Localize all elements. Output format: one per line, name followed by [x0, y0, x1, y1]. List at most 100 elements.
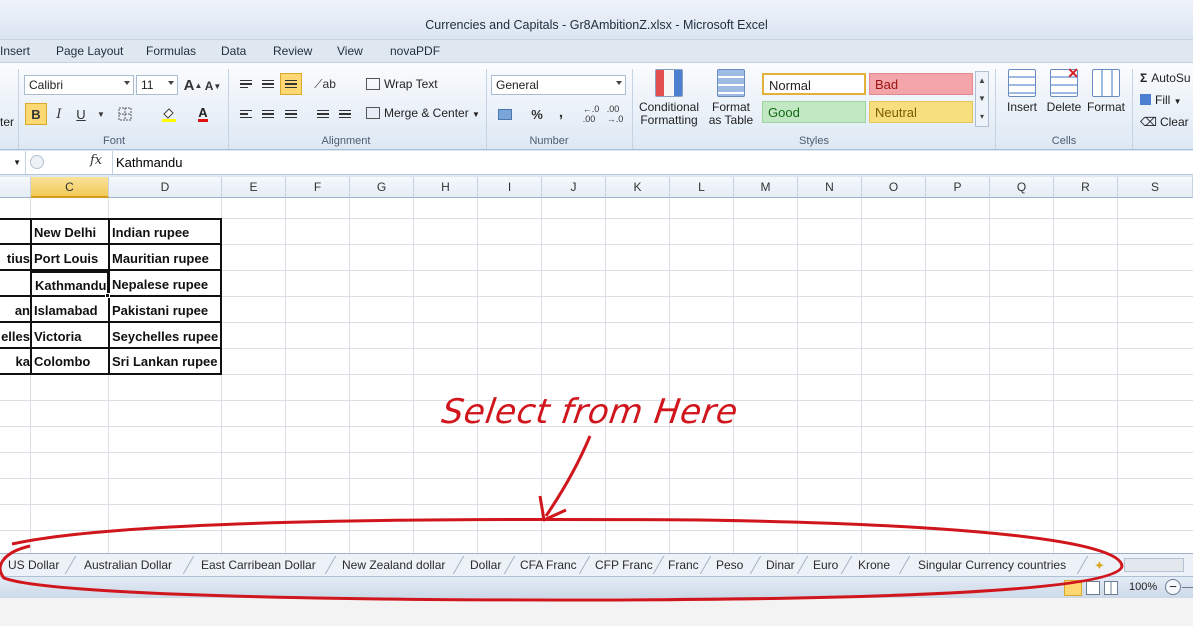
sheet-tab-east-carribean-dollar[interactable]: East Carribean Dollar [201, 558, 316, 572]
worksheet-grid[interactable]: C D E F G H I J K L M N O P Q R S New De… [0, 177, 1193, 553]
column-header-e[interactable]: E [222, 177, 286, 198]
name-box-dropdown[interactable]: ▼ [0, 151, 26, 174]
column-header-l[interactable]: L [670, 177, 734, 198]
sheet-tab-us-dollar[interactable]: US Dollar [8, 558, 59, 572]
format-as-table-button[interactable]: Format as Table [704, 69, 758, 127]
horizontal-scrollbar[interactable] [1124, 558, 1184, 572]
cell-b7[interactable]: ka [0, 349, 30, 375]
percent-button[interactable]: % [526, 103, 548, 125]
cell-c6[interactable]: Victoria [31, 324, 108, 350]
number-format-select[interactable]: General [491, 75, 626, 95]
sheet-tab-cfp-franc[interactable]: CFP Franc [595, 558, 653, 572]
merge-center-button[interactable]: Merge & Center ▼ [366, 106, 480, 120]
wrap-text-button[interactable]: Wrap Text [366, 77, 438, 91]
cell-c7[interactable]: Colombo [31, 349, 108, 375]
sheet-tab-euro[interactable]: Euro [813, 558, 838, 572]
increase-decimal-button[interactable]: ←.0.00 [580, 103, 602, 125]
align-middle-button[interactable] [257, 73, 279, 95]
align-top-button[interactable] [235, 73, 257, 95]
style-normal[interactable]: Normal [762, 73, 866, 95]
fill-button[interactable]: Fill ▼ [1140, 93, 1182, 107]
column-header-o[interactable]: O [862, 177, 926, 198]
column-header-h[interactable]: H [414, 177, 478, 198]
cell-b5[interactable]: an [0, 298, 30, 324]
cell-b3[interactable]: tius [0, 246, 30, 272]
font-name-select[interactable]: Calibri [24, 75, 134, 95]
align-bottom-button[interactable] [280, 73, 302, 95]
align-left-button[interactable] [235, 103, 257, 125]
decrease-decimal-button[interactable]: .00 →.0 [604, 103, 626, 125]
cell-d2[interactable]: Indian rupee [109, 220, 221, 246]
cell-c3[interactable]: Port Louis [31, 246, 108, 272]
orientation-button[interactable]: ⟋ab [314, 73, 336, 95]
sheet-tab-new-zealand-dollar[interactable]: New Zealand dollar [342, 558, 445, 572]
format-cells-button[interactable]: Format [1086, 69, 1126, 114]
tab-formulas[interactable]: Formulas [146, 44, 196, 58]
tab-page-layout[interactable]: Page Layout [56, 44, 123, 58]
expand-formula-icon[interactable] [30, 155, 44, 169]
zoom-slider[interactable] [1182, 587, 1193, 588]
column-header-j[interactable]: J [542, 177, 606, 198]
page-layout-view-icon[interactable] [1086, 581, 1100, 595]
cell-d4[interactable]: Nepalese rupee [109, 272, 221, 298]
column-header-p[interactable]: P [926, 177, 990, 198]
cell-c2[interactable]: New Delhi [31, 220, 108, 246]
zoom-out-button[interactable]: − [1165, 579, 1181, 595]
column-header-n[interactable]: N [798, 177, 862, 198]
sheet-tab-cfa-franc[interactable]: CFA Franc [520, 558, 577, 572]
grow-font-button[interactable]: A ▲ [182, 74, 204, 96]
sheet-tab-krone[interactable]: Krone [858, 558, 890, 572]
sheet-tab-dinar[interactable]: Dinar [766, 558, 795, 572]
cell-b4[interactable] [0, 272, 30, 298]
sheet-tab-peso[interactable]: Peso [716, 558, 743, 572]
font-color-button[interactable]: A [192, 103, 214, 125]
autosum-button[interactable]: Σ AutoSu [1140, 71, 1191, 85]
active-cell-c4[interactable]: Kathmandu [30, 271, 109, 297]
column-header-q[interactable]: Q [990, 177, 1054, 198]
cell-b6[interactable]: elles [0, 324, 30, 350]
sheet-tab-dollar[interactable]: Dollar [470, 558, 501, 572]
fill-color-button[interactable] [158, 103, 180, 125]
column-header-g[interactable]: G [350, 177, 414, 198]
cell-c5[interactable]: Islamabad [31, 298, 108, 324]
normal-view-icon[interactable] [1064, 580, 1082, 596]
tab-data[interactable]: Data [221, 44, 246, 58]
column-header-m[interactable]: M [734, 177, 798, 198]
tab-review[interactable]: Review [273, 44, 312, 58]
clear-button[interactable]: ⌫Clear ▼ [1140, 115, 1193, 129]
tab-view[interactable]: View [337, 44, 363, 58]
sheet-tab-australian-dollar[interactable]: Australian Dollar [84, 558, 172, 572]
decrease-indent-button[interactable] [312, 103, 334, 125]
sheet-tab-singular-currency-countries[interactable]: Singular Currency countries [918, 558, 1066, 572]
tab-novapdf[interactable]: novaPDF [390, 44, 440, 58]
insert-cells-button[interactable]: Insert [1002, 69, 1042, 114]
delete-cells-button[interactable]: ✕ Delete [1044, 66, 1084, 114]
column-header-d[interactable]: D [109, 177, 222, 198]
comma-button[interactable]: , [550, 101, 572, 123]
insert-sheet-icon[interactable]: ✦ [1094, 558, 1105, 574]
underline-button[interactable]: U [70, 103, 92, 125]
cell-d7[interactable]: Sri Lankan rupee [109, 349, 221, 375]
cell-d5[interactable]: Pakistani rupee [109, 298, 221, 324]
style-good[interactable]: Good [762, 101, 866, 123]
zoom-level[interactable]: 100% [1129, 581, 1157, 593]
column-header-f[interactable]: F [286, 177, 350, 198]
page-break-view-icon[interactable] [1104, 581, 1118, 595]
cell-d3[interactable]: Mauritian rupee [109, 246, 221, 272]
conditional-formatting-button[interactable]: Conditional Formatting [636, 69, 702, 127]
style-bad[interactable]: Bad [869, 73, 973, 95]
sheet-tab-franc[interactable]: Franc [668, 558, 699, 572]
styles-scroll[interactable]: ▲ ▼ ▾ [975, 71, 989, 127]
column-header-i[interactable]: I [478, 177, 542, 198]
column-header-b[interactable] [0, 177, 31, 198]
column-header-r[interactable]: R [1054, 177, 1118, 198]
italic-button[interactable]: I [48, 103, 70, 125]
cell-d6[interactable]: Seychelles rupee [109, 324, 221, 350]
tab-insert[interactable]: Insert [0, 44, 30, 58]
font-size-select[interactable]: 11 [136, 75, 178, 95]
align-center-button[interactable] [257, 103, 279, 125]
bold-button[interactable]: B [25, 103, 47, 125]
style-neutral[interactable]: Neutral [869, 101, 973, 123]
accounting-format-button[interactable] [494, 103, 516, 125]
function-icon[interactable]: fx [90, 153, 102, 168]
